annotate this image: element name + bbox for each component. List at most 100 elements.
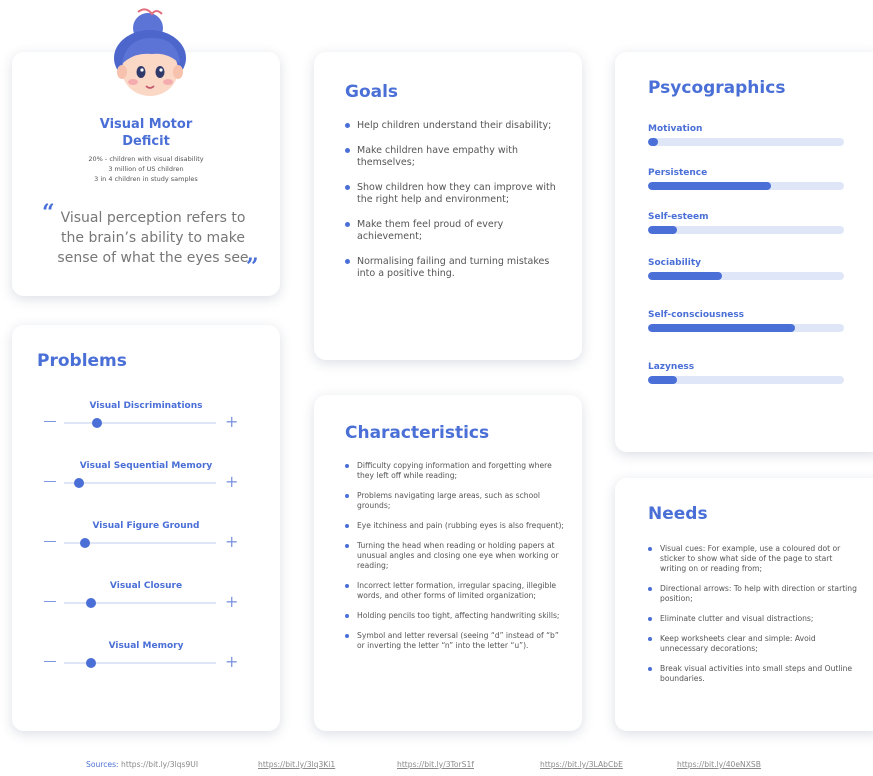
goals-title: Goals [345,82,399,102]
persona-name-line1: Visual Motor [99,117,193,132]
psycographic-bar [648,272,844,280]
psycographics-title: Psycographics [648,78,786,98]
list-item: Incorrect letter formation, irregular sp… [345,581,564,601]
plus-icon[interactable]: + [225,654,238,670]
list-item: Eliminate clutter and visual distraction… [648,614,857,624]
psycographic-bar [648,376,844,384]
problems-card: Problems Visual Discriminations + Visual S… [12,325,280,731]
psycographic-label: Persistence [648,168,708,178]
list-item: Make them feel proud of every achievemen… [345,219,562,243]
source-link[interactable]: https://bit.ly/3LAbCbE [540,760,623,769]
psycographic-bar [648,324,844,332]
stat-line: 20% - children with visual disability [88,155,204,163]
list-item: Holding pencils too tight, affecting han… [345,611,564,621]
slider-label: Visual Memory [108,641,184,651]
slider-track[interactable] [64,418,216,428]
plus-icon[interactable]: + [225,534,238,550]
psycographic-row: Self-consciousness [648,310,844,332]
psycographic-label: Motivation [648,124,703,134]
plus-icon[interactable]: + [225,594,238,610]
quote-close-mark: ” [246,254,259,280]
slider-thumb[interactable] [86,658,97,668]
psycographic-bar-fill [648,272,723,280]
plus-icon[interactable]: + [225,414,238,430]
persona-card: Visual Motor Deficit 20% - children with… [12,8,280,296]
psycographic-label: Lazyness [648,362,695,372]
problem-slider: Visual Closure + [12,581,280,631]
slider-track[interactable] [64,538,216,548]
slider-thumb[interactable] [80,538,91,548]
psycographic-bar-fill [648,226,678,234]
psycographic-row: Persistence [648,168,844,190]
persona-stats: 20% - children with visual disability 3 … [12,154,280,184]
stat-line: 3 in 4 children in study samples [94,175,198,183]
characteristics-card: Characteristics Difficulty copying infor… [314,395,582,731]
psycographic-bar [648,138,844,146]
problems-title: Problems [37,351,127,371]
avatar [114,8,186,96]
psycographic-bar-fill [648,324,795,332]
characteristics-title: Characteristics [345,423,490,443]
psycographic-label: Self-esteem [648,212,709,222]
minus-icon[interactable] [44,481,56,482]
problem-slider: Visual Memory + [12,641,280,691]
problem-slider: Visual Figure Ground + [12,521,280,571]
slider-thumb[interactable] [92,418,103,428]
stat-line: 3 million of US children [108,165,184,173]
persona-quote: Visual perception refers to the brain’s … [57,210,249,266]
problem-slider: Visual Discriminations + [12,401,280,451]
plus-icon[interactable]: + [225,474,238,490]
psycographics-card: Psycographics Motivation Persistence Self-… [615,52,873,452]
minus-icon[interactable] [44,421,56,422]
list-item: Break visual activities into small steps… [648,664,857,684]
list-item: Problems navigating large areas, such as… [345,491,564,511]
minus-icon[interactable] [44,601,56,602]
source-link[interactable]: https://bit.ly/3lqs9UI [121,760,198,769]
psycographic-label: Self-consciousness [648,310,745,320]
slider-thumb[interactable] [74,478,85,488]
sources-entry: Sources: https://bit.ly/3lqs9UI [86,760,198,769]
psycographic-bar [648,182,844,190]
psycographic-bar-fill [648,138,658,146]
psycographic-row: Sociability [648,258,844,280]
slider-track[interactable] [64,478,216,488]
characteristics-list: Difficulty copying information and forge… [345,461,564,661]
minus-icon[interactable] [44,661,56,662]
list-item: Turning the head when reading or holding… [345,541,564,571]
list-item: Show children how they can improve with … [345,182,562,206]
minus-icon[interactable] [44,541,56,542]
list-item: Directional arrows: To help with directi… [648,584,857,604]
slider-label: Visual Discriminations [89,401,203,411]
needs-title: Needs [648,504,708,524]
list-item: Symbol and letter reversal (seeing “d” i… [345,631,564,651]
persona-name-line2: Deficit [122,134,170,149]
list-item: Help children understand their disabilit… [345,120,562,132]
list-item: Eye itchiness and pain (rubbing eyes is … [345,521,564,531]
problem-slider: Visual Sequential Memory + [12,461,280,511]
psycographic-label: Sociability [648,258,702,268]
list-item: Make children have empathy with themselv… [345,145,562,169]
sources-label: Sources: [86,760,119,769]
goals-card: Goals Help children understand their dis… [314,52,582,360]
slider-track[interactable] [64,598,216,608]
list-item: Keep worksheets clear and simple: Avoid … [648,634,857,654]
sources: Sources: https://bit.ly/3lqs9UI https://… [0,760,873,774]
goals-list: Help children understand their disabilit… [345,120,562,293]
psycographic-bar-fill [648,376,678,384]
psycographic-row: Self-esteem [648,212,844,234]
slider-track[interactable] [64,658,216,668]
psycographic-bar [648,226,844,234]
list-item: Difficulty copying information and forge… [345,461,564,481]
slider-label: Visual Closure [109,581,183,591]
source-link[interactable]: https://bit.ly/3TorS1f [397,760,474,769]
slider-label: Visual Sequential Memory [79,461,213,471]
source-link[interactable]: https://bit.ly/3lq3Ki1 [258,760,335,769]
persona-name: Visual Motor Deficit [12,116,280,150]
list-item: Normalising failing and turning mistakes… [345,256,562,280]
source-link[interactable]: https://bit.ly/40eNXSB [677,760,761,769]
slider-label: Visual Figure Ground [92,521,200,531]
needs-list: Visual cues: For example, use a coloured… [648,544,857,694]
needs-card: Needs Visual cues: For example, use a co… [615,478,873,731]
psycographic-row: Motivation [648,124,844,146]
slider-thumb[interactable] [86,598,97,608]
